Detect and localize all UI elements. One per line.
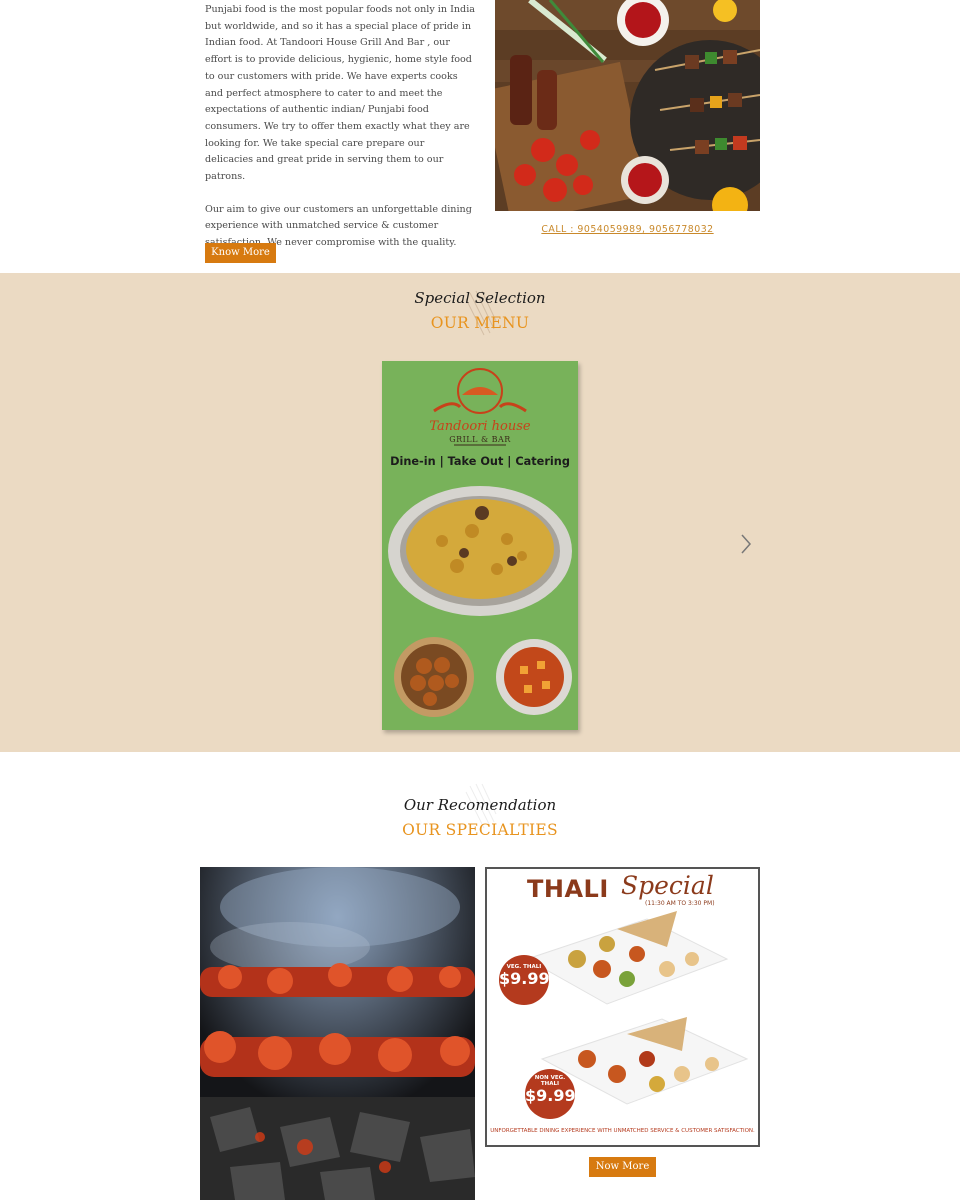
thali-special-card[interactable]: THALI Special (11:30 AM TO 3:30 PM) VEG.…: [485, 867, 760, 1147]
about-paragraph-1: Punjabi food is the most popular foods n…: [205, 4, 475, 183]
veg-thali-label: VEG. THALI: [506, 964, 542, 970]
bbq-skewers-photo: [495, 0, 760, 211]
about-text: Punjabi food is the most popular foods n…: [205, 2, 475, 252]
specialties-section: Our Recomendation OUR SPECIALTIES THALI …: [0, 752, 960, 1200]
chevron-right-icon[interactable]: [736, 531, 756, 557]
thali-title: THALI: [527, 875, 609, 903]
menu-section: Special Selection OUR MENU Tandoori hous…: [0, 273, 960, 752]
menu-card-tagline: Dine-in | Take Out | Catering: [390, 455, 570, 468]
menu-card-brand-sub: GRILL & BAR: [449, 435, 511, 444]
thali-time: (11:30 AM TO 3:30 PM): [645, 900, 715, 907]
veg-thali-price: $9.99: [499, 969, 550, 988]
menu-script-heading: Special Selection: [414, 289, 546, 307]
call-phone-link[interactable]: CALL : 9054059989, 9056778032: [495, 224, 760, 235]
about-section: Punjabi food is the most popular foods n…: [0, 0, 960, 273]
specialties-heading: OUR SPECIALTIES: [402, 821, 558, 839]
nonveg-thali-price-badge: NON VEG. THALI $9.99: [525, 1069, 576, 1119]
menu-heading: OUR MENU: [430, 314, 530, 332]
veg-thali-price-badge: VEG. THALI $9.99: [499, 955, 550, 1005]
menu-card-brand: Tandoori house: [429, 419, 531, 434]
nonveg-thali-price: $9.99: [525, 1086, 576, 1105]
menu-card-artwork: [388, 368, 572, 717]
know-more-button[interactable]: Know More: [205, 243, 276, 263]
now-more-button[interactable]: Now More: [589, 1157, 656, 1177]
specialties-script-heading: Our Recomendation: [403, 796, 557, 814]
tandoori-chicken-photo[interactable]: [200, 867, 475, 1200]
menu-card-image[interactable]: Tandoori house GRILL & BAR Dine-in | Tak…: [382, 361, 578, 730]
nonveg-thali-label: NON VEG. THALI: [534, 1075, 566, 1087]
thali-title-script: Special: [621, 871, 714, 900]
thali-footer-text: UNFORGETTABLE DINING EXPERIENCE WITH UNM…: [490, 1128, 755, 1134]
